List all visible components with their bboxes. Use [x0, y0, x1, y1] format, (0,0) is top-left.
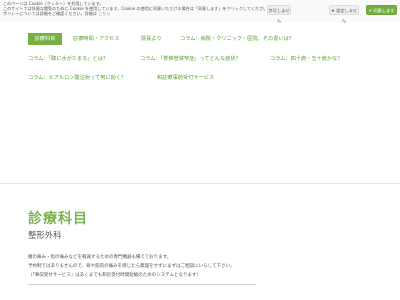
nav-item-reception-service[interactable]: 和診療事前受付サービス [157, 72, 214, 84]
nav-item-column-shoulder[interactable]: コラム：四十肩・五十肩かな？ [270, 53, 342, 65]
cookie-settings-button[interactable]: ★ 設定しません [329, 5, 359, 23]
nav-item-column-hospital[interactable]: コラム：病院・クリニック・医院、その違いは？ [180, 33, 294, 45]
page-title: 診療科目 [28, 211, 88, 227]
content-divider [0, 183, 400, 184]
nav-item-shinryo-kamoku[interactable]: 診療科目 [28, 33, 62, 45]
nav-item-hours-access[interactable]: 診療時間・アクセス [73, 33, 119, 45]
cookie-notice-text: このページは Cookie（クッキー）を利用しています。 このサイトでは快適な閲… [3, 1, 265, 16]
page-subtitle: 整形外科 [28, 230, 62, 240]
nav-item-column-hyaluronic[interactable]: コラム：ヒアルロン酸注射って何に効く？ [28, 72, 126, 84]
content-underline [28, 284, 256, 285]
body-text-line: 予約制ではありませんので、骨や筋肉の痛みを感じたら無理をせずにまずはご相談にいら… [28, 264, 235, 269]
body-text-line: 腰の痛み・指の痛みなどを軽減するための専門機器も備えております。 [28, 255, 172, 260]
cookie-accept-button[interactable]: ✔ 同意します [366, 5, 397, 15]
nav-item-column-knee[interactable]: コラム：「膝に水がたまる」とは？ [28, 53, 108, 65]
cookie-notice-line: ポリシーについては詳細をご確認ください。詳細は こちら [3, 11, 265, 16]
cookie-policy-link[interactable]: こちら [98, 11, 110, 16]
nav-item-message[interactable]: 院長より [141, 33, 162, 45]
body-text-line: （「事前受付サービス」はあくまでも和診受付時間短縮のためのシステムとなります） [28, 273, 201, 278]
nav-item-column-spine[interactable]: コラム：「脊椎管狭窄症」ってどんな症状？ [140, 53, 241, 65]
cookie-notice-line-text: ポリシーについては詳細をご確認ください。詳細は [3, 11, 97, 16]
cookie-deny-button[interactable]: 許可しません [267, 5, 291, 23]
cookie-consent-bar: このページは Cookie（クッキー）を利用しています。 このサイトでは快適な閲… [0, 0, 400, 23]
